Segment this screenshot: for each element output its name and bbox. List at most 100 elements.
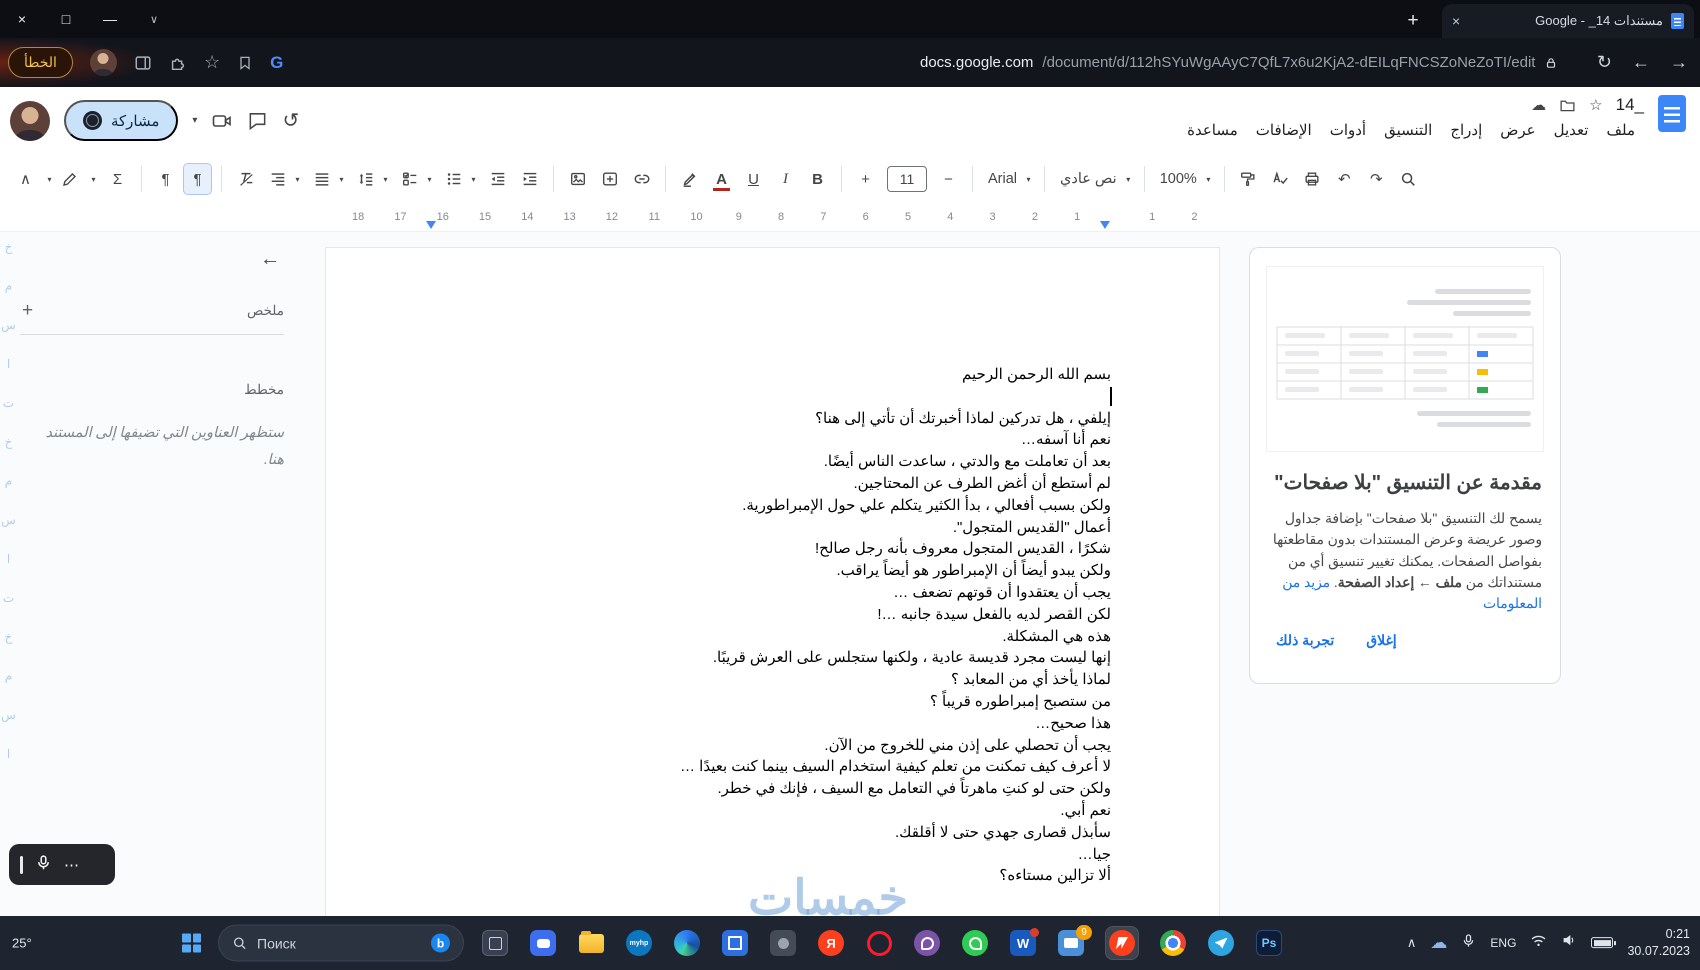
taskbar-search[interactable]: Поиск b [218,925,464,962]
paragraph-rtl-button[interactable]: ¶ [184,164,211,194]
document-line[interactable]: ولكن بسبب أفعالي ، بدأ الكثير يتكلم علي … [434,495,1111,517]
justify-button[interactable]: ▾ [308,164,347,194]
insert-image-button[interactable] [564,164,591,194]
menu-item[interactable]: التنسيق [1375,118,1441,142]
telegram-icon[interactable] [1208,930,1234,956]
zoom-selector[interactable]: 100% ▾ [1155,171,1214,187]
document-line[interactable]: من ستصبح إمبراطوره قريباً ؟ [434,691,1111,713]
viber-icon[interactable] [914,930,940,956]
google-logo-icon[interactable]: G [270,53,283,73]
wifi-icon[interactable] [1530,933,1547,953]
document-line[interactable]: نعم أنا آسفه… [434,429,1111,451]
url-field[interactable]: docs.google.com/document/d/112hSYuWgAAyC… [920,38,1558,87]
print-button[interactable] [1299,164,1326,194]
insert-comment-button[interactable] [596,164,623,194]
document-text[interactable]: بسم الله الرحمن الرحيم إيلفي ، هل تدركين … [434,364,1111,887]
bookmark-star-icon[interactable]: ☆ [204,52,220,73]
document-line[interactable]: إيلفي ، هل تدركين لماذا أخبرتك أن تأتي إ… [434,408,1111,430]
photoshop-icon[interactable]: Ps [1256,930,1282,956]
battery-icon[interactable] [1591,938,1613,949]
italic-button[interactable]: I [772,164,799,194]
document-line[interactable]: لكن القصر لديه بالفعل سيدة جانبه …! [434,604,1111,626]
editing-mode-button[interactable]: ▾ [44,164,83,194]
word-icon[interactable]: W [1010,930,1036,956]
decrease-font-size-button[interactable]: − [935,164,962,194]
input-tools-caret-icon[interactable]: ▾ [88,175,99,184]
left-indent-marker[interactable] [426,221,436,229]
add-summary-button[interactable]: + [22,300,33,322]
share-menu-caret-icon[interactable]: ▾ [192,115,197,126]
menu-item[interactable]: مساعدة [1178,118,1247,142]
document-line[interactable]: هذه هي المشكلة. [434,626,1111,648]
yandex-app-icon[interactable]: Я [818,930,844,956]
version-history-icon[interactable]: ↺ [282,108,299,133]
document-line[interactable]: ولكن حتى لو كنتِ ماهرتاً في التعامل مع ا… [434,778,1111,800]
camera-app-icon[interactable] [770,930,796,956]
tab-close-icon[interactable]: × [1452,13,1460,29]
dismiss-link[interactable]: إغلاق [1366,632,1396,649]
document-line[interactable]: إنها ليست مجرد قديسة عادية ، ولكنها ستجل… [434,647,1111,669]
font-family-selector[interactable]: Arial ▾ [983,171,1034,187]
start-button[interactable] [182,934,201,953]
document-line[interactable]: سأبذل قصارى جهدي حتى لا أقلقك. [434,822,1111,844]
equation-sigma-button[interactable]: Σ [104,164,131,194]
edge-browser-icon[interactable] [674,930,700,956]
document-line[interactable] [434,386,1111,408]
weather-widget[interactable]: 25° [12,936,32,951]
opera-browser-icon[interactable] [866,930,892,956]
document-page[interactable]: بسم الله الرحمن الرحيم إيلفي ، هل تدركين … [325,247,1220,916]
decrease-indent-button[interactable] [484,164,511,194]
document-status-cloud-icon[interactable]: ☁ [1531,96,1546,114]
star-document-icon[interactable]: ☆ [1589,96,1602,114]
document-line[interactable]: لا أعرف كيف تمكنت من تعلم كيفية استخدام … [434,756,1111,778]
paint-format-button[interactable] [1235,164,1262,194]
browser-profile-avatar[interactable] [90,49,117,76]
increase-font-size-button[interactable]: + [852,164,879,194]
document-line[interactable]: أعمال "القديس المتجول". [434,517,1111,539]
voice-widget-more-icon[interactable]: ⋯ [64,856,80,874]
menu-item[interactable]: الإضافات [1247,118,1321,142]
line-spacing-button[interactable]: ▾ [352,164,391,194]
text-color-button[interactable]: A [708,164,735,194]
document-line[interactable]: يجب أن تحصلي على إذن مني للخروج من الآن. [434,735,1111,757]
forward-icon[interactable]: → [1670,52,1688,73]
maximize-window-button[interactable]: □ [44,11,88,27]
document-line[interactable]: هذا صحيح… [434,713,1111,735]
menu-item[interactable]: ملف [1597,118,1644,142]
try-it-link[interactable]: تجربة ذلك [1276,632,1334,649]
close-window-button[interactable]: × [0,11,44,27]
font-size-input[interactable]: 11 [887,166,927,192]
volume-icon[interactable] [1561,933,1577,954]
file-explorer-icon[interactable] [578,930,604,956]
voice-widget-handle[interactable] [20,856,23,874]
document-line[interactable]: ألا تزالين مستاءه؟ [434,865,1111,887]
mail-app-icon[interactable]: 9 [1058,930,1084,956]
tray-microphone-icon[interactable] [1461,933,1476,953]
menu-item[interactable]: عرض [1491,118,1544,142]
move-to-folder-icon[interactable] [1559,97,1576,114]
paragraph-style-selector[interactable]: نص عادي ▾ [1055,171,1134,187]
minimize-window-button[interactable]: — [88,11,132,27]
active-app-highlight[interactable] [1106,927,1138,959]
sidebar-toggle-icon[interactable] [134,54,152,72]
document-line[interactable]: بسم الله الرحمن الرحيم [434,364,1111,386]
document-line[interactable]: ولكن يبدو أيضاً أن الإمبراطور هو أيضاً ي… [434,560,1111,582]
whatsapp-icon[interactable] [962,930,988,956]
bulleted-list-button[interactable]: ▾ [440,164,479,194]
extensions-puzzle-icon[interactable] [169,54,187,72]
comments-icon[interactable] [247,110,268,131]
text-align-button[interactable]: ▾ [264,164,303,194]
document-line[interactable]: يجب أن يعتقدوا أن قوتهم تضعف … [434,582,1111,604]
close-outline-arrow-icon[interactable]: ← [260,248,280,271]
spell-check-button[interactable] [1267,164,1294,194]
menu-item[interactable]: تعديل [1545,118,1598,142]
collapse-toolbar-button[interactable]: ∧ [12,164,39,194]
yandex-browser-icon[interactable] [1109,930,1135,956]
document-line[interactable]: نعم أبي. [434,800,1111,822]
tray-chevron-up-icon[interactable]: ∧ [1407,935,1417,951]
microphone-icon[interactable] [35,854,52,876]
new-tab-button[interactable]: + [1400,10,1426,32]
voice-typing-widget[interactable]: ⋯ [9,844,115,885]
highlight-color-button[interactable] [676,164,703,194]
blue-tile-app-icon[interactable] [722,930,748,956]
